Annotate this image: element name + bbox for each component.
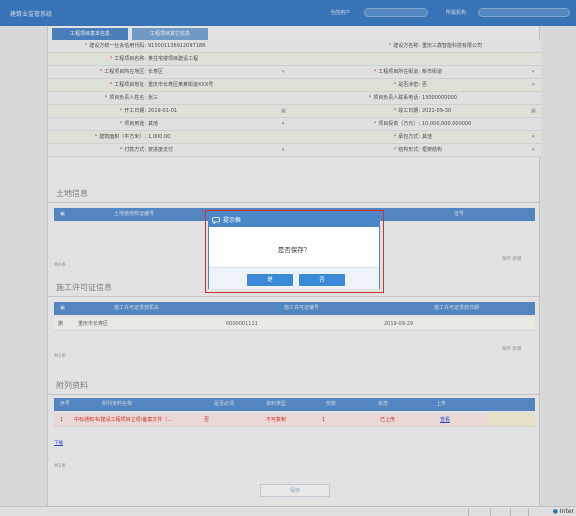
dialog-title: 提示框 <box>223 217 242 224</box>
dialog-titlebar: 提示框 <box>209 214 379 227</box>
dialog-footer: 是 否 <box>209 267 379 289</box>
confirm-no-button[interactable]: 否 <box>299 274 345 286</box>
confirm-yes-button[interactable]: 是 <box>247 274 293 286</box>
chat-bubble-icon <box>212 217 220 224</box>
confirm-dialog: 提示框 是否保存？ 是 否 <box>208 213 380 289</box>
dialog-highlight-frame: 提示框 是否保存？ 是 否 <box>205 210 384 293</box>
dialog-message: 是否保存？ <box>277 246 311 254</box>
